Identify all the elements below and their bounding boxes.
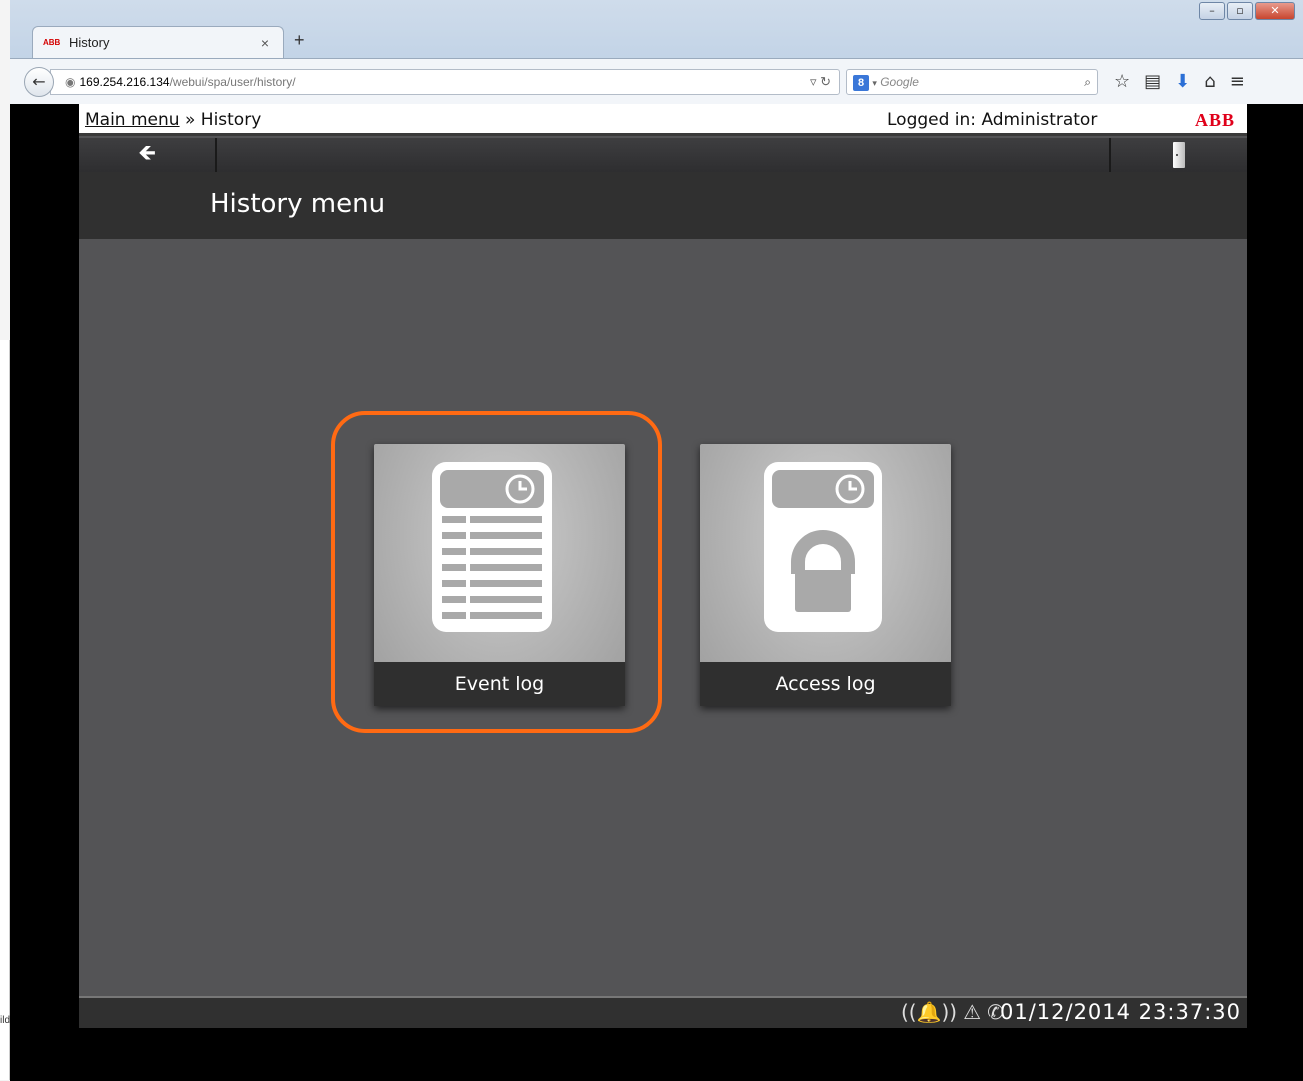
access-log-icon [764,462,882,632]
breadcrumb: Main menu » History [85,104,261,136]
address-bar[interactable]: ◉ 169.254.216.134/webui/spa/user/history/… [50,69,840,95]
back-arrow-icon[interactable]: ← [24,67,54,97]
abb-logo: ABB [1194,110,1235,130]
web-app: Main menu » History Logged in: Administr… [79,104,1247,1028]
tab-title: History [69,35,110,50]
breadcrumb-current: History [200,110,262,130]
reload-icon[interactable]: ▿ ↻ [810,70,831,94]
background-window-panel [0,340,10,1080]
logout-button[interactable] [1109,138,1247,172]
url-path: /webui/spa/user/history/ [169,75,296,89]
page-title: History menu [210,189,386,219]
warning-icon[interactable]: ⚠ [963,1000,981,1024]
abb-favicon-icon: ABB [43,38,61,47]
back-button[interactable]: 🡸 [79,138,217,172]
new-tab-button[interactable]: + [294,30,305,51]
event-log-tile[interactable]: Event log [374,444,625,706]
menu-icon[interactable]: ≡ [1230,71,1245,92]
date-time: 01/12/2014 23:37:30 [999,1000,1241,1024]
bookmark-star-icon[interactable]: ☆ [1114,71,1130,92]
event-log-label: Event log [374,662,625,706]
status-bar: ((🔔)) ⚠ ✆ 01/12/2014 23:37:30 [79,996,1247,1028]
url-host: 169.254.216.134 [79,75,170,89]
search-dropdown-icon[interactable]: ▾ [872,78,877,88]
access-log-label: Access log [700,662,951,706]
browser-tab[interactable]: ABB History × [32,26,284,58]
app-toolbar: 🡸 [79,138,1247,172]
event-log-icon [432,462,552,632]
breadcrumb-separator: » [179,110,201,130]
maximize-button[interactable]: ▫ [1227,2,1253,20]
search-placeholder: Google [880,75,919,89]
search-box[interactable]: 8 ▾ Google ⌕ [846,69,1098,95]
close-button[interactable]: ✕ [1255,2,1295,20]
logged-in-status: Logged in: Administrator [887,110,1098,130]
alarm-icon[interactable]: ((🔔)) [901,1000,957,1024]
browser-chrome: – ▫ ✕ ABB History × + ◉ 169.254.216.134/w… [10,0,1303,104]
status-icons: ((🔔)) ⚠ ✆ [901,1000,1004,1024]
bookmarks-list-icon[interactable]: ▤ [1144,71,1161,92]
background-window: ild [0,0,10,1081]
globe-icon: ◉ [65,75,76,89]
door-exit-icon [1173,142,1185,168]
breadcrumb-main-menu-link[interactable]: Main menu [85,110,180,130]
tab-close-icon[interactable]: × [261,35,269,51]
header-bar: Main menu » History Logged in: Administr… [79,104,1247,136]
access-log-tile[interactable]: Access log [700,444,951,706]
browser-toolbar: ☆ ▤ ⬇ ⌂ ≡ [1114,71,1245,92]
back-arrow-icon: 🡸 [138,141,156,166]
home-icon[interactable]: ⌂ [1204,71,1215,92]
background-window-text: ild [0,1015,11,1026]
google-icon[interactable]: 8 [853,74,869,91]
window-controls: – ▫ ✕ [1199,2,1295,20]
minimize-button[interactable]: – [1199,2,1225,20]
search-icon[interactable]: ⌕ [1084,70,1091,94]
download-icon[interactable]: ⬇ [1175,71,1190,92]
navigation-bar: ◉ 169.254.216.134/webui/spa/user/history/… [10,58,1303,104]
title-bar: History menu [79,172,1247,239]
